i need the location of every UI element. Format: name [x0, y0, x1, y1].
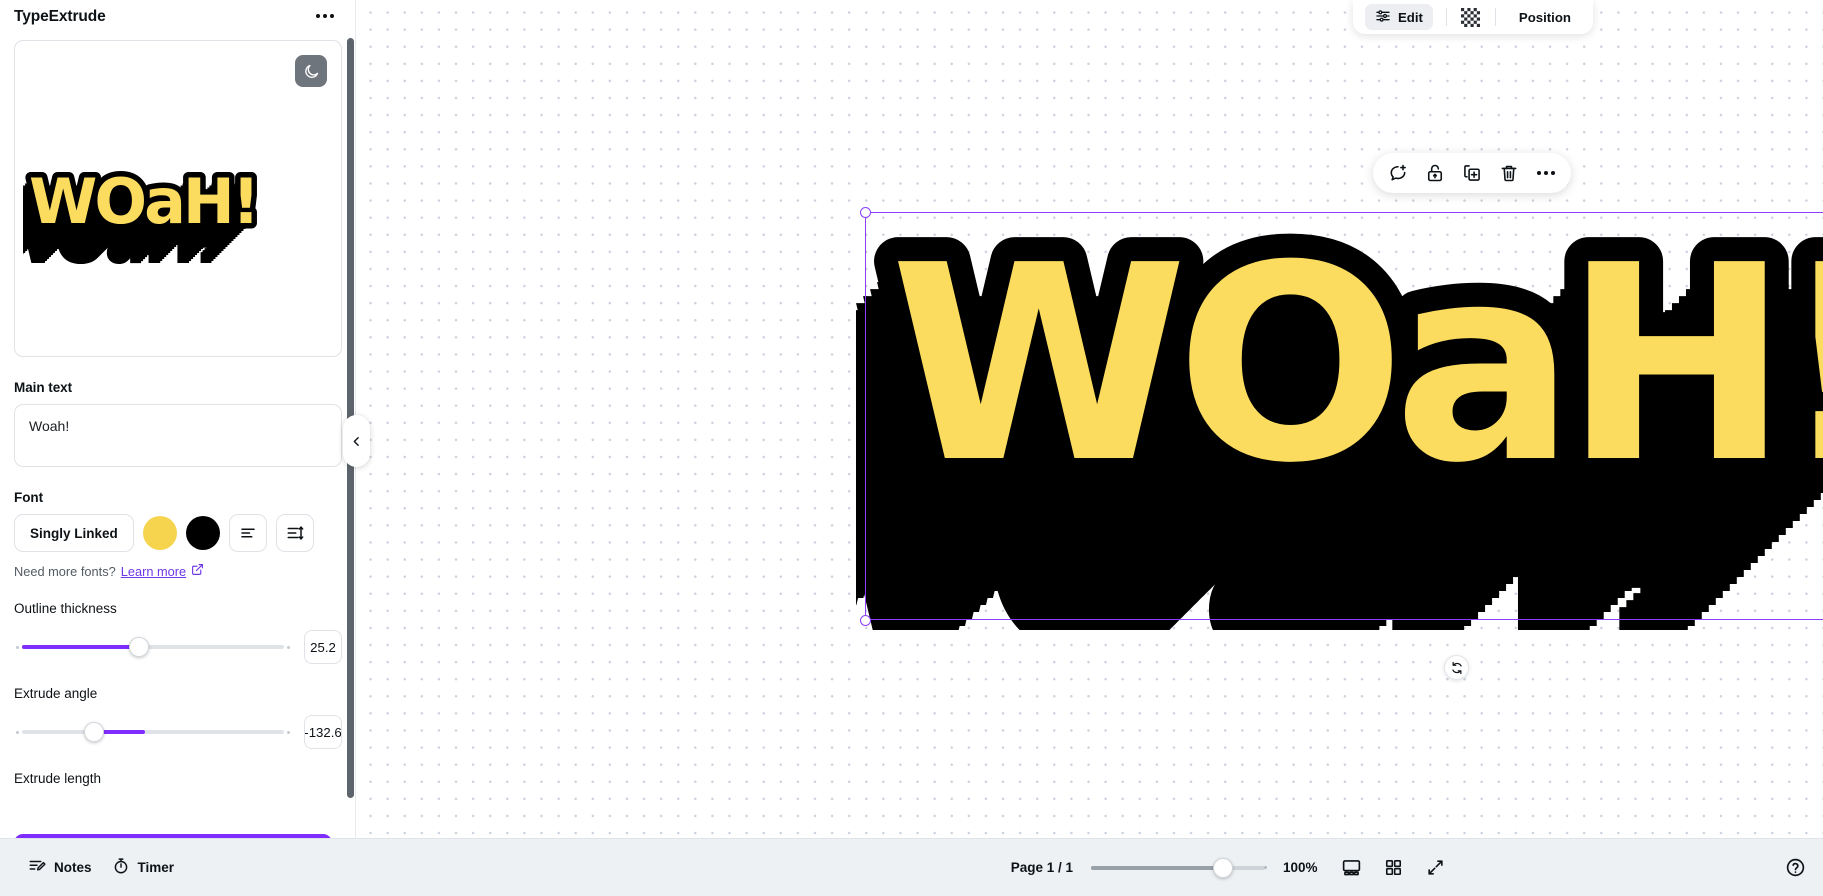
font-label: Font — [14, 490, 44, 505]
control-extrude-length: Extrude length — [14, 771, 342, 786]
grid-view-icon[interactable] — [1379, 854, 1407, 882]
slider-row: -132.6 — [14, 715, 342, 749]
comment-add-icon[interactable] — [1387, 162, 1409, 184]
line-height-icon[interactable] — [275, 514, 314, 552]
main-text-label: Main text — [14, 380, 73, 395]
canvas-artwork[interactable]: WOaH! — [856, 200, 1823, 630]
page-indicator: Page 1 / 1 — [1010, 860, 1073, 875]
notes-button[interactable]: Notes — [18, 851, 102, 885]
element-context-toolbar — [1373, 153, 1571, 193]
slider-min-tick — [16, 730, 19, 734]
bottom-bar-help-area — [1467, 838, 1823, 896]
sliders-icon — [1375, 8, 1391, 27]
preview-artwork: WOaH! — [23, 165, 313, 275]
slider-max-tick — [287, 730, 290, 734]
expand-icon[interactable] — [1421, 854, 1449, 882]
control-outline-thickness: Outline thickness 25.2 — [14, 601, 342, 664]
resize-handle-bottom-left[interactable] — [859, 614, 871, 626]
control-extrude-angle: Extrude angle -132.6 — [14, 686, 342, 749]
font-family-button[interactable]: Singly Linked — [14, 514, 134, 552]
panel-header: TypeExtrude — [14, 0, 342, 32]
slider-fill — [22, 645, 136, 650]
help-circle-icon[interactable] — [1781, 854, 1809, 882]
control-label: Extrude length — [14, 771, 102, 786]
top-toolbar: Edit Position — [1353, 0, 1593, 34]
presenter-view-icon[interactable] — [1337, 854, 1365, 882]
main-text-input[interactable]: Woah! — [14, 404, 342, 467]
control-label: Outline thickness — [14, 601, 117, 616]
zoom-level-value[interactable]: 100% — [1283, 860, 1323, 875]
bottom-status-bar: Notes Timer Page 1 / 1 100% — [0, 838, 1467, 896]
notes-icon — [28, 857, 46, 878]
moon-icon[interactable] — [295, 55, 327, 87]
timer-label: Timer — [137, 860, 175, 875]
panel-title: TypeExtrude — [14, 8, 106, 25]
rotate-icon[interactable] — [1444, 655, 1469, 680]
fonts-help-text: Need more fonts? — [14, 563, 116, 579]
outline-thickness-slider[interactable] — [14, 637, 292, 657]
learn-more-link[interactable]: Learn more — [121, 564, 186, 579]
zoom-slider[interactable] — [1087, 857, 1269, 878]
unlock-icon[interactable] — [1424, 162, 1446, 184]
outline-thickness-value[interactable]: 25.2 — [304, 630, 342, 664]
slider-min-tick — [16, 645, 19, 649]
notes-label: Notes — [54, 860, 92, 875]
more-horizontal-icon[interactable] — [1535, 162, 1557, 184]
slider-max-tick — [287, 645, 290, 649]
toolbar-divider — [1494, 8, 1496, 26]
tab-position[interactable]: Position — [1509, 4, 1581, 30]
toolbar-divider — [1445, 8, 1447, 26]
tab-edit-label: Edit — [1398, 9, 1423, 25]
align-left-icon[interactable] — [228, 514, 267, 552]
resize-handle-top-left[interactable] — [859, 206, 871, 218]
slider-fill — [101, 730, 145, 735]
font-outline-color-swatch[interactable] — [185, 516, 220, 550]
zoom-slider-thumb[interactable] — [1213, 857, 1233, 878]
trash-icon[interactable] — [1498, 162, 1520, 184]
sidebar-scroll-region: TypeExtrude WOaH! — [0, 0, 356, 896]
zoom-slider-fill — [1091, 865, 1222, 870]
slider-thumb[interactable] — [84, 722, 104, 742]
chevron-left-icon[interactable] — [343, 415, 370, 467]
external-link-icon[interactable] — [191, 563, 204, 579]
checkerboard-icon[interactable] — [1460, 6, 1482, 28]
extrude-angle-value[interactable]: -132.6 — [304, 715, 342, 749]
slider-thumb[interactable] — [129, 637, 149, 657]
more-horizontal-icon[interactable] — [312, 3, 338, 29]
element-preview-card[interactable]: WOaH! — [14, 40, 342, 357]
canvas-area[interactable]: Edit Position — [356, 0, 1823, 896]
properties-sidebar: TypeExtrude WOaH! — [0, 0, 356, 896]
timer-icon — [112, 857, 130, 878]
slider-rail — [22, 730, 284, 735]
timer-button[interactable]: Timer — [102, 851, 185, 885]
control-label: Extrude angle — [14, 686, 98, 701]
duplicate-icon[interactable] — [1461, 162, 1483, 184]
fonts-help-row: Need more fonts? Learn more — [14, 563, 342, 579]
tab-edit[interactable]: Edit — [1365, 4, 1433, 30]
extrude-angle-slider[interactable] — [14, 722, 292, 742]
zoom-slider-max-tick — [1264, 866, 1267, 869]
bottom-bar-right-group: Page 1 / 1 100% — [1011, 854, 1449, 882]
slider-row: 25.2 — [14, 630, 342, 664]
font-controls-row: Singly Linked — [14, 514, 342, 552]
font-fill-color-swatch[interactable] — [142, 516, 177, 550]
